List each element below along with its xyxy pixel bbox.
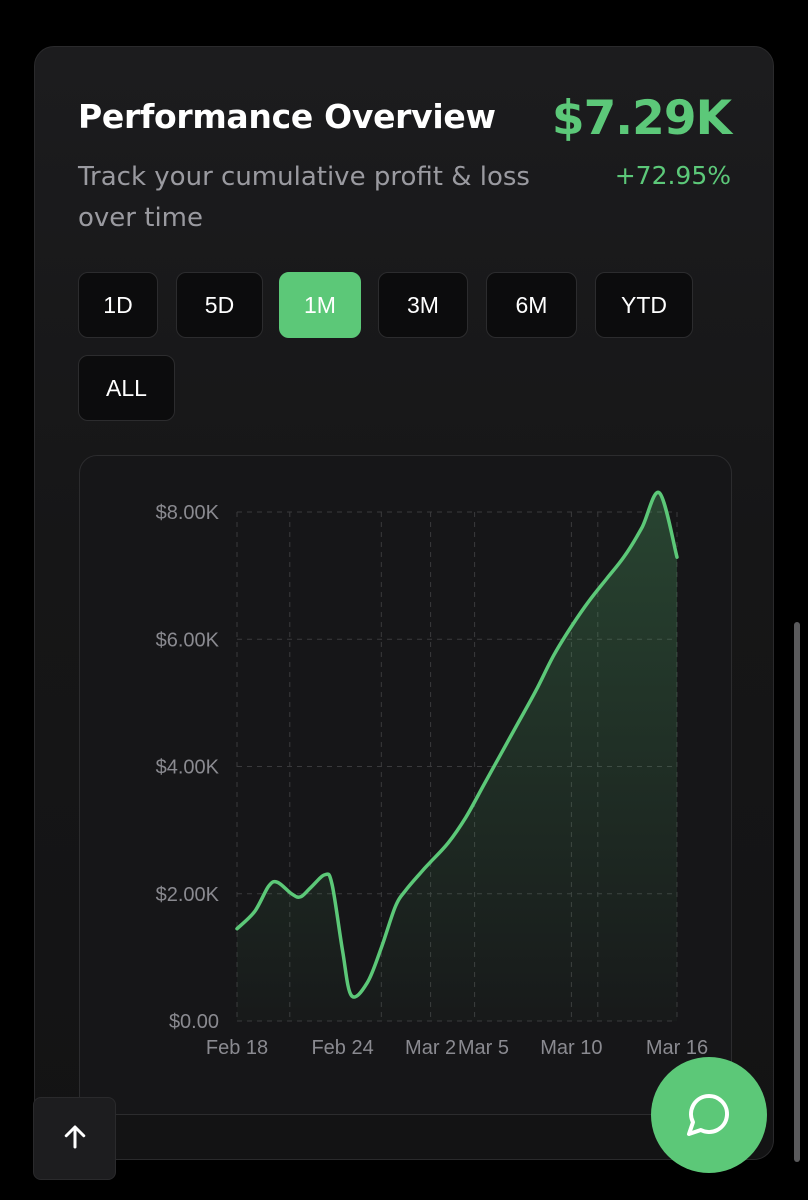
range-button-3m[interactable]: 3M	[378, 272, 468, 338]
range-button-1d[interactable]: 1D	[78, 272, 158, 338]
scroll-to-top-button[interactable]	[33, 1097, 116, 1180]
y-tick-label: $8.00K	[156, 502, 220, 524]
y-tick-label: $2.00K	[156, 884, 220, 906]
x-tick-label: Mar 2	[405, 1037, 456, 1059]
page-title: Performance Overview	[78, 97, 496, 136]
range-button-6m[interactable]: 6M	[486, 272, 577, 338]
pnl-chart: $0.00 $2.00K $4.00K $6.00K $8.00K Feb 18 Feb 2…	[79, 455, 732, 1115]
x-tick-label: Feb 18	[206, 1037, 268, 1059]
pnl-chart-svg: $0.00 $2.00K $4.00K $6.00K $8.00K Feb 18 Feb 2…	[156, 490, 708, 1059]
total-value: $7.29K	[551, 91, 732, 146]
range-button-all[interactable]: ALL	[78, 355, 175, 421]
y-tick-label: $0.00	[169, 1011, 219, 1033]
percent-change: +72.95%	[614, 161, 731, 190]
y-tick-label: $4.00K	[156, 757, 220, 779]
range-button-1m[interactable]: 1M	[279, 272, 361, 338]
chat-bubble-icon	[685, 1090, 733, 1141]
x-tick-label: Mar 16	[646, 1037, 708, 1059]
x-tick-label: Feb 24	[311, 1037, 373, 1059]
range-button-ytd[interactable]: YTD	[595, 272, 693, 338]
x-tick-label: Mar 10	[540, 1037, 602, 1059]
range-button-5d[interactable]: 5D	[176, 272, 263, 338]
chat-button[interactable]	[651, 1057, 767, 1173]
x-tick-label: Mar 5	[458, 1037, 509, 1059]
performance-card: Performance Overview Track your cumulati…	[34, 46, 774, 1160]
scrollbar[interactable]	[794, 622, 800, 1162]
page-subtitle: Track your cumulative profit & loss over…	[78, 162, 530, 233]
y-tick-label: $6.00K	[156, 629, 220, 651]
arrow-up-icon	[60, 1122, 90, 1155]
